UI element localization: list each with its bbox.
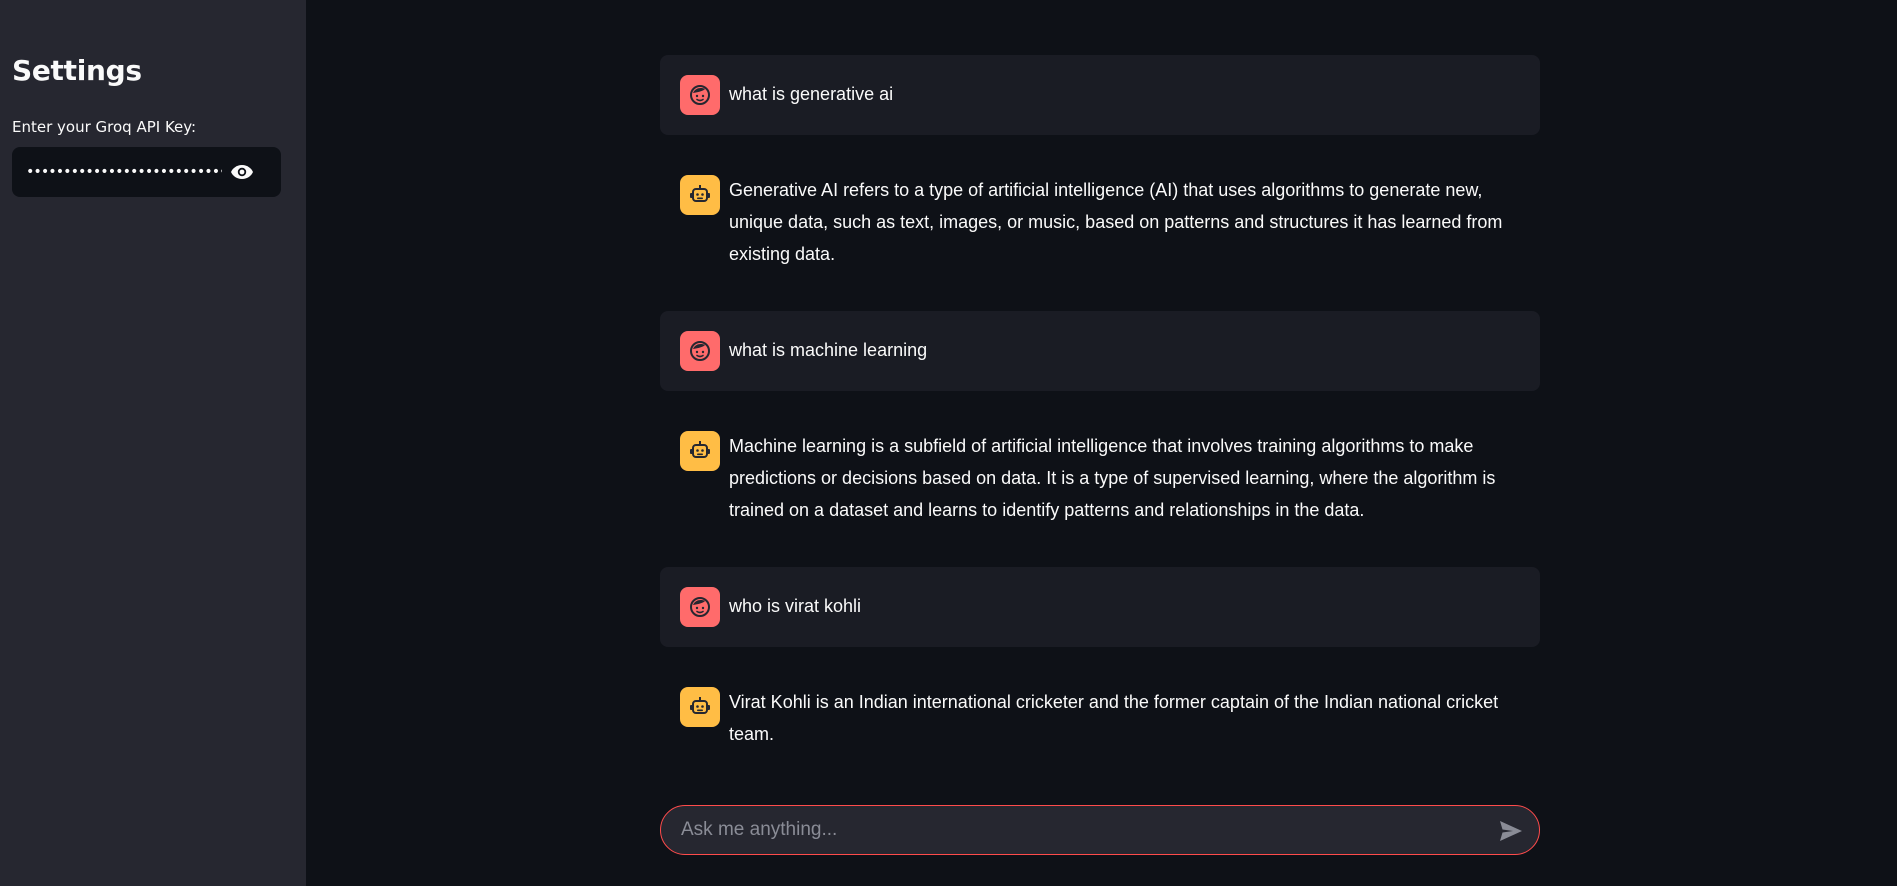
chat-message-text: Generative AI refers to a type of artifi…: [729, 180, 1503, 264]
chat-input[interactable]: [681, 806, 1461, 854]
chat-message-text: Machine learning is a subfield of artifi…: [729, 436, 1496, 520]
chat-message-text: what is generative ai: [729, 84, 894, 104]
api-key-field: ••••••••••••••••••••••••••••••••••••••••…: [12, 147, 281, 197]
sidebar: Settings Enter your Groq API Key: ••••••…: [0, 0, 306, 886]
user-face-icon: [680, 75, 720, 115]
api-key-label: Enter your Groq API Key:: [12, 118, 197, 136]
send-icon[interactable]: [1497, 817, 1525, 845]
app: Settings Enter your Groq API Key: ••••••…: [0, 0, 1897, 886]
robot-icon: [680, 687, 720, 727]
eye-icon[interactable]: [229, 160, 255, 184]
chat-message-text: Virat Kohli is an Indian international c…: [729, 692, 1499, 744]
robot-icon: [680, 175, 720, 215]
chat-message-text: who is virat kohli: [729, 596, 862, 616]
chat-main: what is generative ai Generative AI refe…: [306, 0, 1897, 886]
robot-icon: [680, 431, 720, 471]
chat-input-container: [660, 805, 1540, 855]
chat-message-text: what is machine learning: [729, 340, 928, 360]
sidebar-title: Settings: [12, 54, 142, 87]
user-face-icon: [680, 587, 720, 627]
user-face-icon: [680, 331, 720, 371]
api-key-input[interactable]: ••••••••••••••••••••••••••••••••••••••••…: [26, 147, 222, 197]
